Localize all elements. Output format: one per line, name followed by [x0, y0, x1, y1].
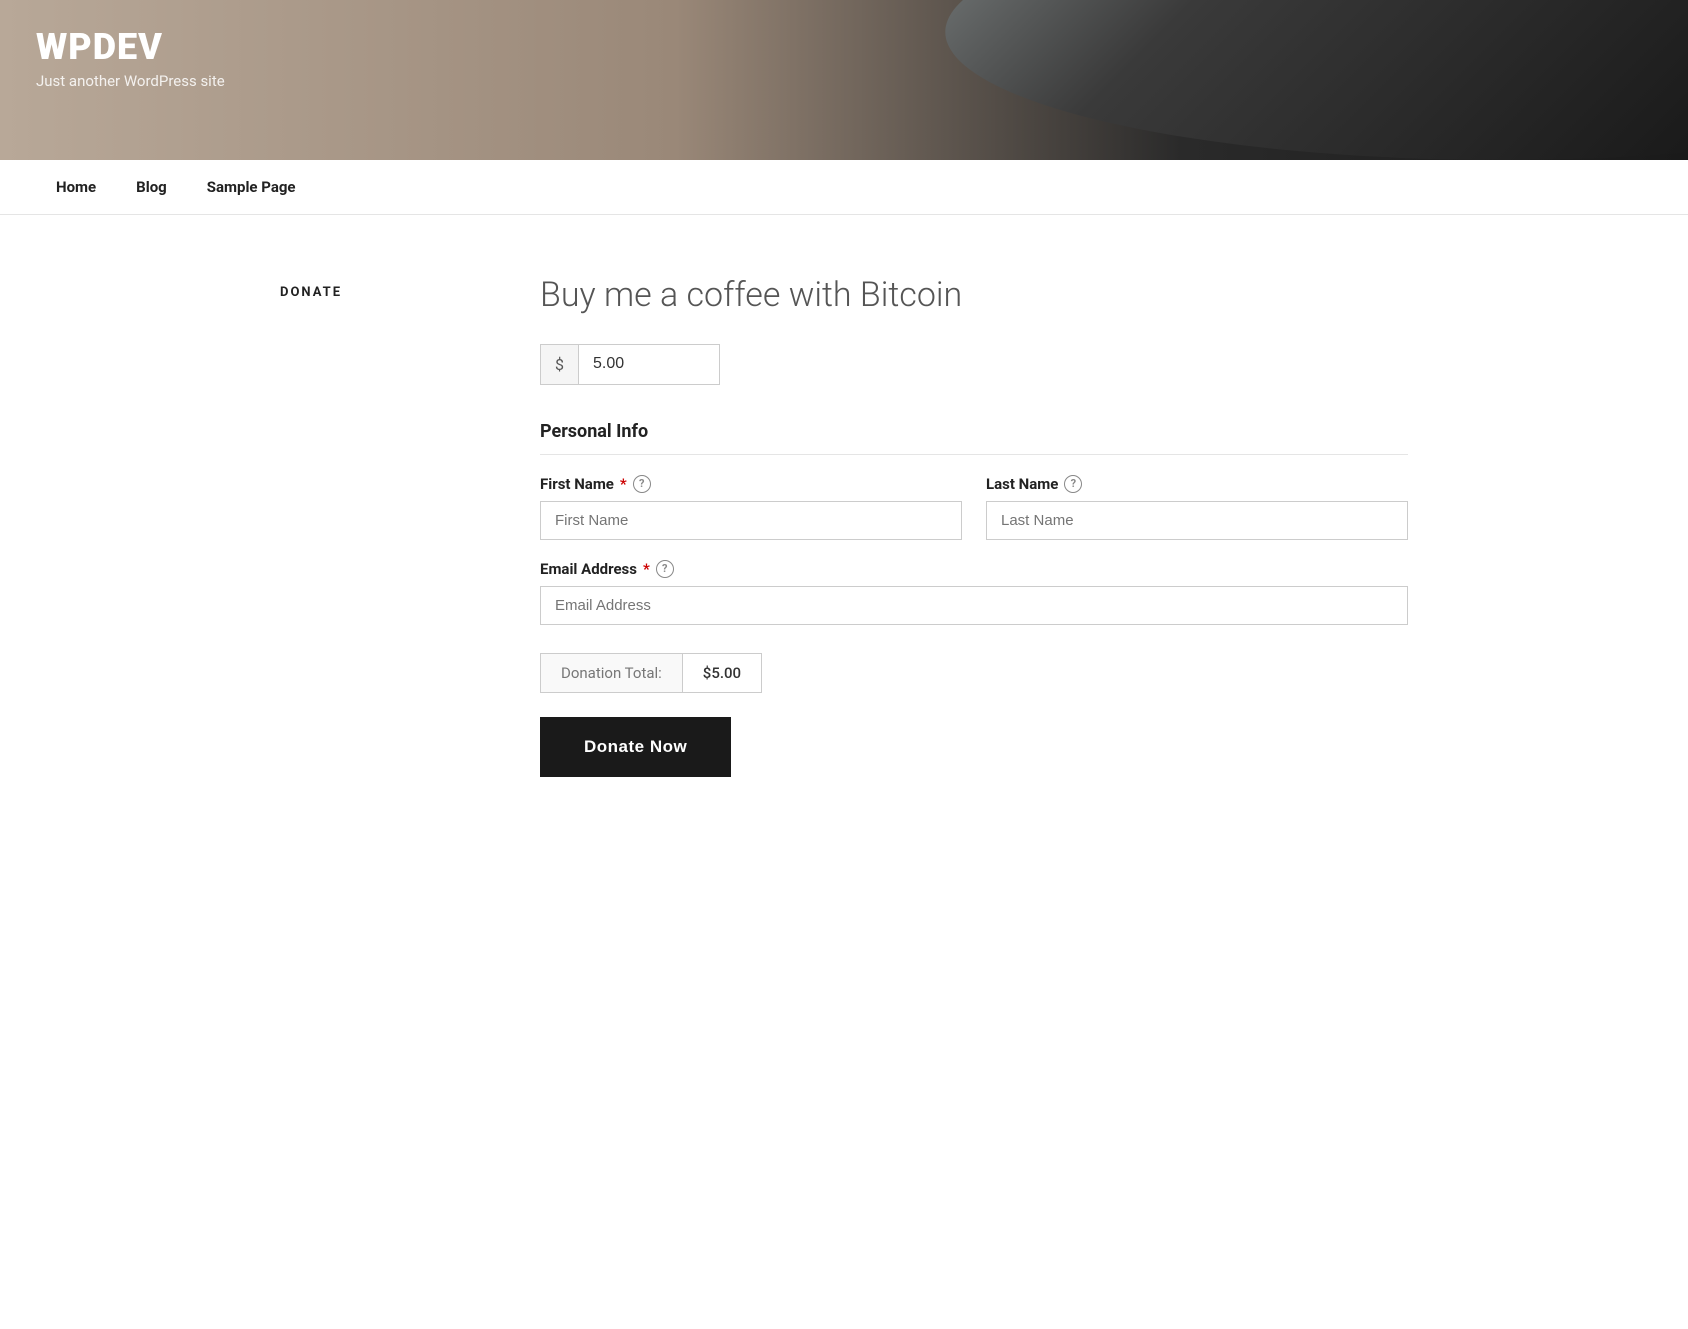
- name-row: First Name * ? Last Name ?: [540, 475, 1408, 540]
- currency-symbol: $: [541, 345, 579, 384]
- first-name-group: First Name * ?: [540, 475, 962, 540]
- email-required: *: [643, 560, 650, 578]
- email-input[interactable]: [540, 586, 1408, 625]
- nav-item-blog[interactable]: Blog: [116, 160, 187, 214]
- last-name-label-text: Last Name: [986, 475, 1058, 493]
- last-name-help-icon[interactable]: ?: [1064, 475, 1082, 493]
- nav-item-home[interactable]: Home: [36, 160, 116, 214]
- donate-heading: Buy me a coffee with Bitcoin: [540, 275, 1408, 316]
- donation-total-row: Donation Total: $5.00: [540, 653, 762, 693]
- site-header: WPDEV Just another WordPress site: [0, 0, 1688, 160]
- nav-item-sample[interactable]: Sample Page: [187, 160, 316, 214]
- sidebar: DONATE: [280, 275, 480, 777]
- last-name-input[interactable]: [986, 501, 1408, 540]
- email-group: Email Address * ?: [540, 560, 1408, 625]
- first-name-label-text: First Name: [540, 475, 614, 493]
- personal-info-heading: Personal Info: [540, 421, 1408, 455]
- donate-now-button[interactable]: Donate Now: [540, 717, 731, 777]
- email-label-text: Email Address: [540, 560, 637, 578]
- site-nav: Home Blog Sample Page: [0, 160, 1688, 215]
- first-name-help-icon[interactable]: ?: [633, 475, 651, 493]
- nav-link-blog[interactable]: Blog: [116, 160, 187, 214]
- donation-total-value: $5.00: [683, 654, 761, 692]
- nav-menu: Home Blog Sample Page: [36, 160, 1652, 214]
- site-title: WPDEV: [36, 28, 225, 68]
- first-name-required: *: [620, 475, 627, 493]
- first-name-label: First Name * ?: [540, 475, 962, 493]
- amount-input[interactable]: [579, 345, 719, 384]
- site-branding: WPDEV Just another WordPress site: [36, 28, 225, 90]
- amount-row: $: [540, 344, 720, 385]
- nav-link-sample[interactable]: Sample Page: [187, 160, 316, 214]
- nav-link-home[interactable]: Home: [36, 160, 116, 214]
- sidebar-title: DONATE: [280, 285, 480, 300]
- email-help-icon[interactable]: ?: [656, 560, 674, 578]
- donation-total-label: Donation Total:: [541, 654, 683, 692]
- last-name-label: Last Name ?: [986, 475, 1408, 493]
- site-description: Just another WordPress site: [36, 72, 225, 90]
- page-wrapper: DONATE Buy me a coffee with Bitcoin $ Pe…: [244, 215, 1444, 857]
- main-content: Buy me a coffee with Bitcoin $ Personal …: [540, 275, 1408, 777]
- first-name-input[interactable]: [540, 501, 962, 540]
- last-name-group: Last Name ?: [986, 475, 1408, 540]
- email-label: Email Address * ?: [540, 560, 1408, 578]
